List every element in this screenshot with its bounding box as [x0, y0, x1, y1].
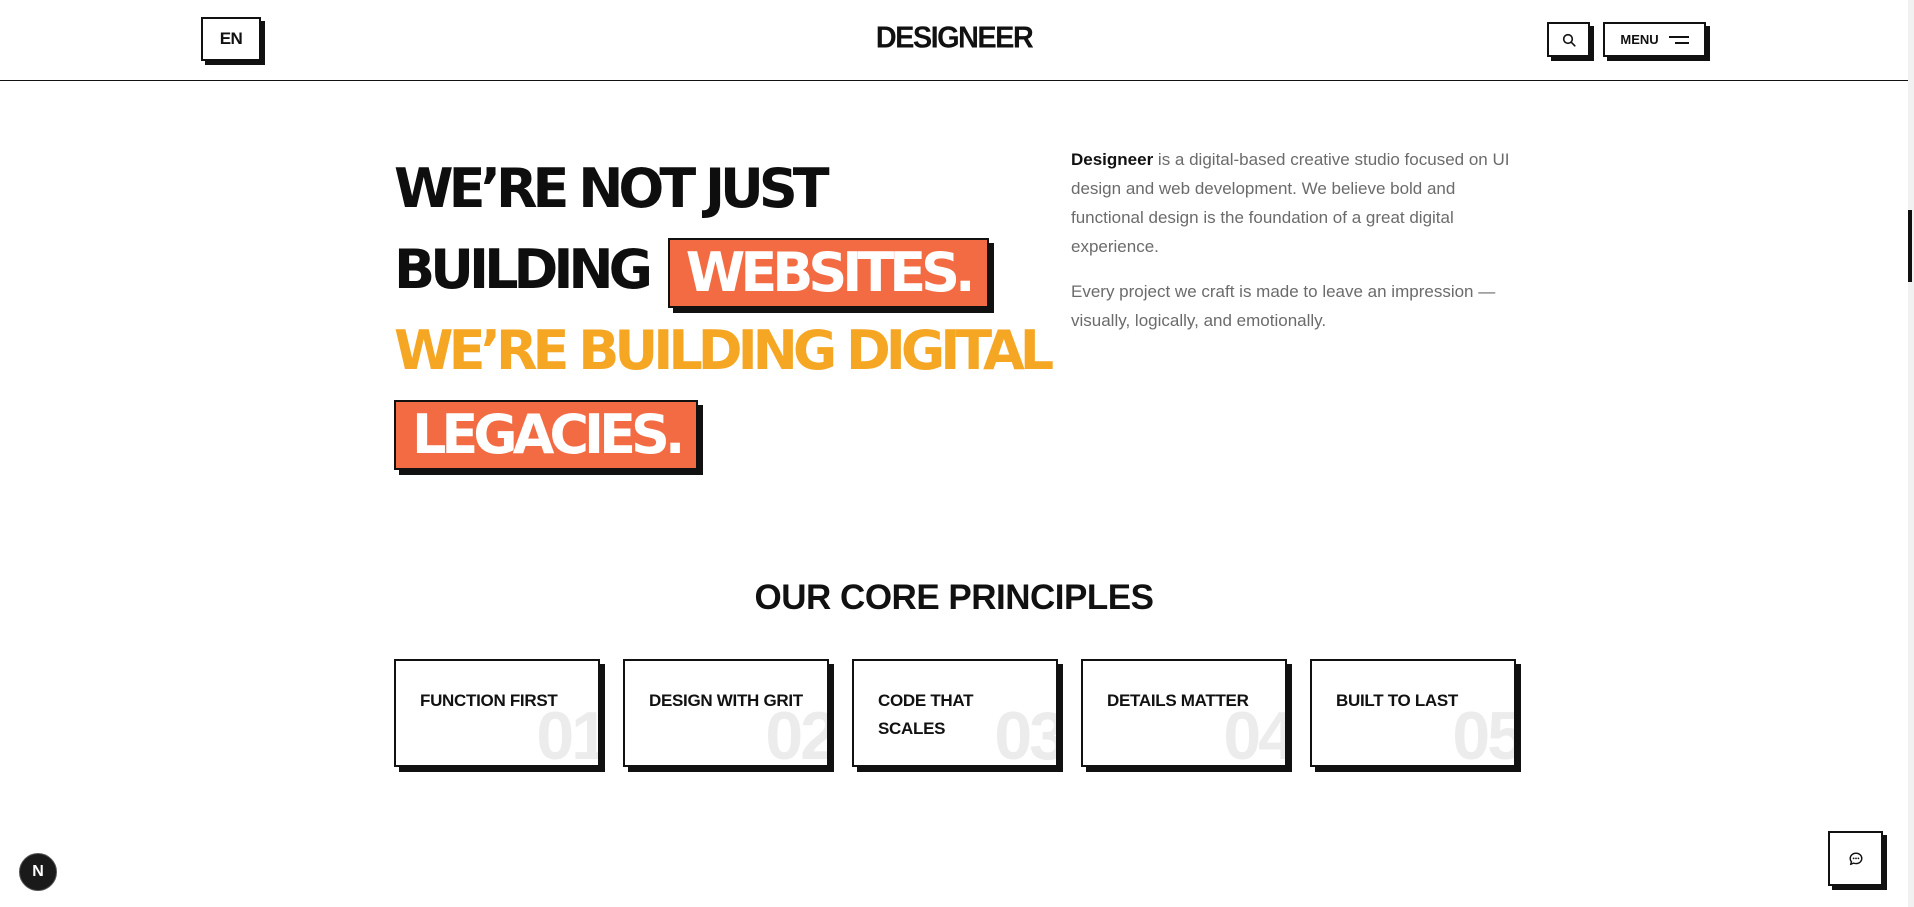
- hero-headline: WE’RE NOT JUST BUILDING WEBSITES. WE’RE …: [394, 148, 1054, 472]
- hero-tag-legacies: LEGACIES.: [394, 400, 699, 471]
- intro-text: Designeer is a digital-based creative st…: [1071, 145, 1521, 351]
- scrollbar-thumb[interactable]: [1908, 210, 1912, 282]
- hero-tag-websites: WEBSITES.: [667, 238, 989, 309]
- principle-card[interactable]: 04 DETAILS MATTER: [1081, 659, 1287, 767]
- principle-card[interactable]: 01 FUNCTION FIRST: [394, 659, 600, 767]
- brand-name: Designeer: [1071, 150, 1154, 169]
- chat-button[interactable]: [1828, 831, 1883, 886]
- hero-line-3: WE’RE BUILDING DIGITAL: [394, 319, 1054, 382]
- menu-button[interactable]: MENU: [1603, 22, 1706, 57]
- principle-label: FUNCTION FIRST: [420, 691, 558, 710]
- intro-paragraph-1: Designeer is a digital-based creative st…: [1071, 145, 1521, 261]
- hero-line-4: LEGACIES.: [394, 391, 1014, 472]
- dev-badge-letter: N: [32, 863, 44, 880]
- principle-card[interactable]: 02 DESIGN WITH GRIT: [623, 659, 829, 767]
- intro-paragraph-2: Every project we craft is made to leave …: [1071, 282, 1496, 330]
- hero-line-1: WE’RE NOT JUST: [394, 157, 830, 220]
- dev-tools-badge[interactable]: N: [19, 853, 57, 891]
- principle-card[interactable]: 05 BUILT TO LAST: [1310, 659, 1516, 767]
- search-icon: [1562, 33, 1576, 47]
- hero-line-2-prefix: BUILDING: [394, 238, 653, 301]
- scrollbar-track[interactable]: [1908, 0, 1914, 907]
- menu-label: MENU: [1620, 32, 1659, 47]
- principles-title: OUR CORE PRINCIPLES: [754, 578, 1154, 617]
- hamburger-icon: [1668, 35, 1689, 44]
- principle-label: DETAILS MATTER: [1107, 691, 1249, 710]
- principle-label: DESIGN WITH GRIT: [649, 691, 803, 710]
- search-button[interactable]: [1547, 22, 1590, 57]
- principles-cards: 01 FUNCTION FIRST 02 DESIGN WITH GRIT 03…: [394, 659, 1516, 767]
- principle-label: BUILT TO LAST: [1336, 691, 1459, 710]
- chat-bubble-icon: [1849, 852, 1862, 865]
- site-header: EN DESIGNEER MENU: [0, 0, 1908, 81]
- principle-card[interactable]: 03 CODE THAT SCALES: [852, 659, 1058, 767]
- principle-label: CODE THAT SCALES: [878, 691, 974, 738]
- hero-line-2: BUILDING WEBSITES.: [394, 229, 1014, 310]
